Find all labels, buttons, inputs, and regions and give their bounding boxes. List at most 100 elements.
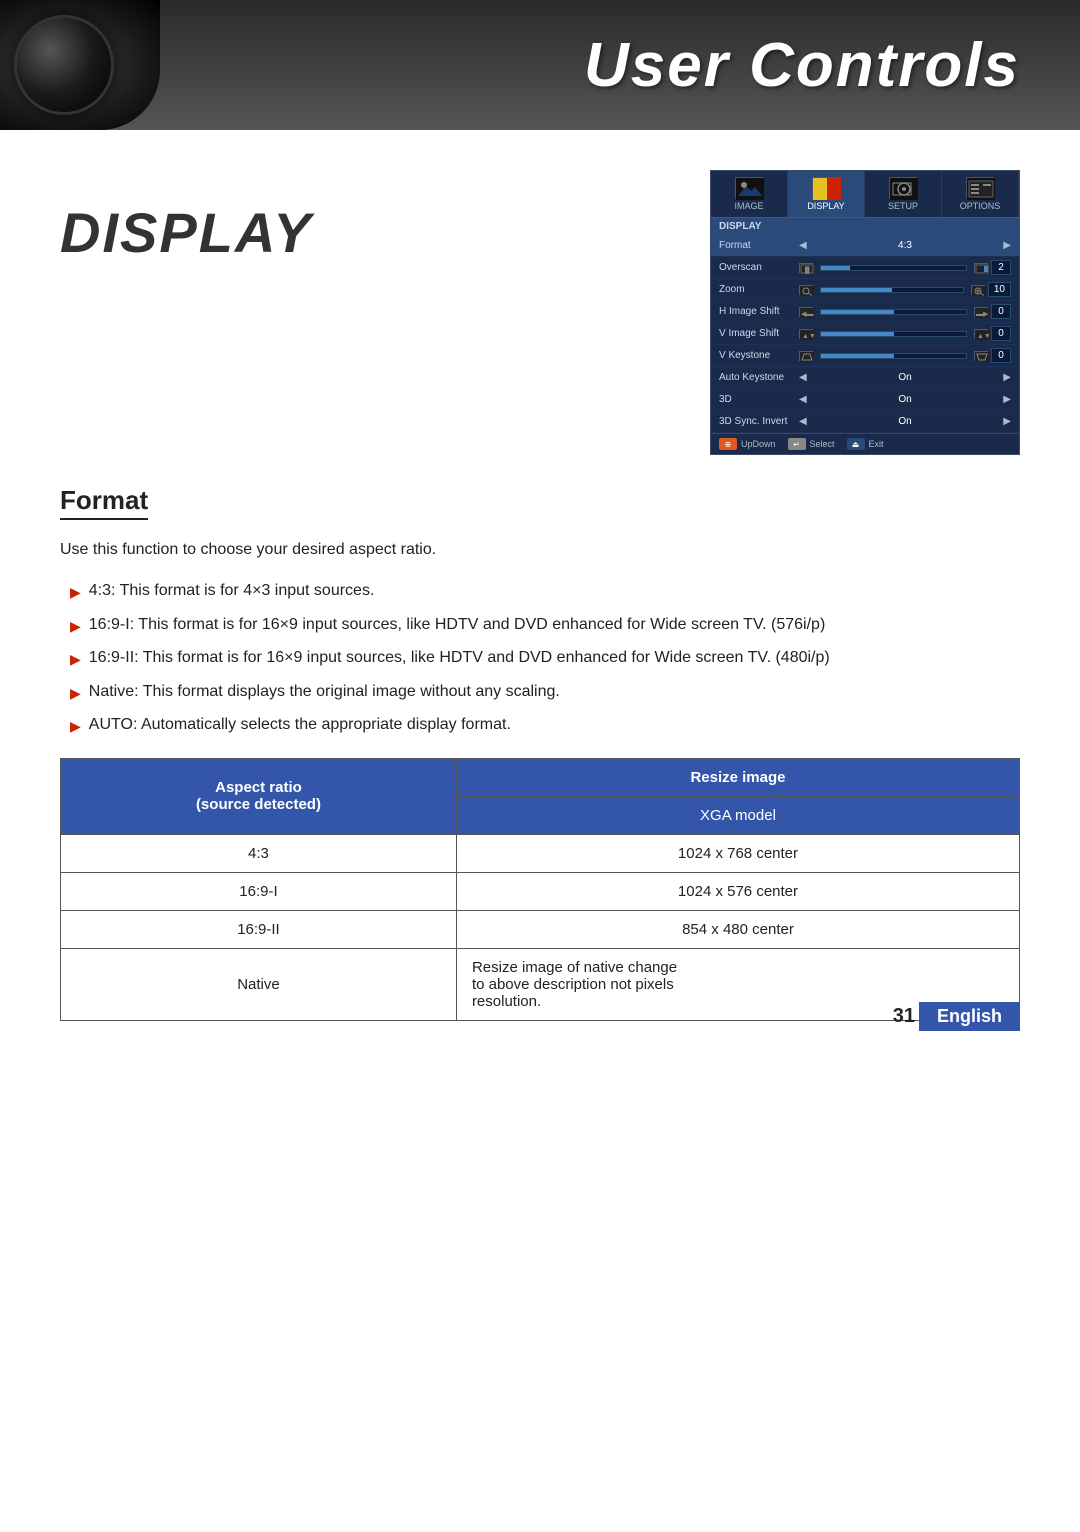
exit-label: Exit xyxy=(869,439,884,449)
intro-text: Use this function to choose your desired… xyxy=(60,538,1020,562)
setup-tab-label: SETUP xyxy=(888,201,918,211)
aspect-169i: 16:9-I xyxy=(61,872,457,910)
3d-controls: ◀ On ▶ xyxy=(799,394,1011,405)
osd-footer-updown: ⊕ UpDown xyxy=(719,438,776,450)
overscan-right-icon xyxy=(974,263,988,273)
osd-row-overscan[interactable]: Overscan ▐▌ 2 xyxy=(711,257,1019,279)
osd-row-zoom[interactable]: Zoom 10 xyxy=(711,279,1019,301)
bullet-item-1: ▶ 4:3: This format is for 4×3 input sour… xyxy=(70,578,1020,604)
display-section-label: DISPLAY xyxy=(60,200,313,265)
bullet-arrow-2: ▶ xyxy=(70,615,81,637)
zoom-controls: 10 xyxy=(799,282,1011,297)
format-right-arrow: ▶ xyxy=(1003,240,1011,251)
zoom-slider[interactable] xyxy=(820,287,964,293)
osd-tab-options[interactable]: OPTIONS xyxy=(942,171,1019,217)
osd-row-3d[interactable]: 3D ◀ On ▶ xyxy=(711,389,1019,411)
osd-row-3d-sync[interactable]: 3D Sync. Invert ◀ On ▶ xyxy=(711,411,1019,433)
top-section: DISPLAY IMAGE xyxy=(60,170,1020,455)
bullet-arrow-1: ▶ xyxy=(70,581,81,603)
osd-row-format[interactable]: Format ◀ 4:3 ▶ xyxy=(711,235,1019,257)
bullet-arrow-4: ▶ xyxy=(70,682,81,704)
format-left-arrow: ◀ xyxy=(799,240,807,251)
osd-label-v-keystone: V Keystone xyxy=(719,350,799,361)
page-header: User Controls xyxy=(0,0,1080,130)
format-section: Format Use this function to choose your … xyxy=(60,485,1020,1021)
v-shift-left-icon: ▲▼ xyxy=(799,329,813,339)
h-shift-left-icon: ◀▬ xyxy=(799,307,813,317)
v-keystone-slider[interactable] xyxy=(820,353,967,359)
bullet-item-4: ▶ Native: This format displays the origi… xyxy=(70,679,1020,705)
osd-label-3d: 3D xyxy=(719,394,799,405)
overscan-controls: ▐▌ 2 xyxy=(799,260,1011,275)
table-row-native: Native Resize image of native changeto a… xyxy=(61,948,1020,1020)
aspect-table: Aspect ratio(source detected) Resize ima… xyxy=(60,758,1020,1021)
updown-label: UpDown xyxy=(741,439,776,449)
3d-left-arrow: ◀ xyxy=(799,394,807,405)
options-tab-icon xyxy=(966,177,994,199)
auto-keystone-value: On xyxy=(810,372,1001,383)
osd-footer: ⊕ UpDown ↵ Select ⏏ Exit xyxy=(711,433,1019,454)
bullet-text-1: 4:3: This format is for 4×3 input source… xyxy=(89,578,375,604)
osd-label-zoom: Zoom xyxy=(719,284,799,295)
options-tab-label: OPTIONS xyxy=(960,201,1001,211)
v-keystone-right-icon xyxy=(974,351,988,361)
osd-tab-image[interactable]: IMAGE xyxy=(711,171,788,217)
page-language: English xyxy=(919,1002,1020,1031)
display-tab-icon xyxy=(812,177,840,199)
osd-label-format: Format xyxy=(719,240,799,251)
overscan-slider[interactable] xyxy=(820,265,967,271)
lens-decoration xyxy=(0,0,160,130)
bullet-item-5: ▶ AUTO: Automatically selects the approp… xyxy=(70,712,1020,738)
h-shift-slider[interactable] xyxy=(820,309,967,315)
image-tab-icon xyxy=(735,177,763,199)
auto-keystone-left-arrow: ◀ xyxy=(799,372,807,383)
overscan-value: 2 xyxy=(991,260,1011,275)
auto-keystone-controls: ◀ On ▶ xyxy=(799,372,1011,383)
v-shift-controls: ▲▼ ▲▼ 0 xyxy=(799,326,1011,341)
resize-43: 1024 x 768 center xyxy=(456,834,1019,872)
overscan-left-icon: ▐▌ xyxy=(799,263,813,273)
updown-icon: ⊕ xyxy=(719,438,737,450)
3d-value: On xyxy=(810,394,1001,405)
resize-169ii: 854 x 480 center xyxy=(456,910,1019,948)
v-shift-right-icon: ▲▼ xyxy=(974,329,988,339)
osd-tab-bar: IMAGE DISPLAY xyxy=(711,171,1019,218)
table-header-resize: Resize image xyxy=(456,758,1019,796)
svg-text:◀▬: ◀▬ xyxy=(801,311,813,318)
3d-right-arrow: ▶ xyxy=(1003,394,1011,405)
bullet-text-2: 16:9-I: This format is for 16×9 input so… xyxy=(89,612,826,638)
osd-row-h-shift[interactable]: H Image Shift ◀▬ ▬▶ 0 xyxy=(711,301,1019,323)
v-shift-slider[interactable] xyxy=(820,331,967,337)
osd-row-auto-keystone[interactable]: Auto Keystone ◀ On ▶ xyxy=(711,367,1019,389)
osd-label-3d-sync: 3D Sync. Invert xyxy=(719,416,799,427)
page-title: User Controls xyxy=(584,30,1020,101)
bullet-arrow-5: ▶ xyxy=(70,715,81,737)
h-shift-controls: ◀▬ ▬▶ 0 xyxy=(799,304,1011,319)
setup-tab-icon xyxy=(889,177,917,199)
osd-footer-select: ↵ Select xyxy=(788,438,835,450)
bullet-text-4: Native: This format displays the origina… xyxy=(89,679,560,705)
zoom-left-icon xyxy=(799,285,813,295)
3d-sync-right-arrow: ▶ xyxy=(1003,416,1011,427)
bullet-text-5: AUTO: Automatically selects the appropri… xyxy=(89,712,511,738)
zoom-value: 10 xyxy=(988,282,1011,297)
3d-sync-left-arrow: ◀ xyxy=(799,416,807,427)
osd-tab-setup[interactable]: SETUP xyxy=(865,171,942,217)
image-tab-label: IMAGE xyxy=(734,201,763,211)
osd-row-v-keystone[interactable]: V Keystone 0 xyxy=(711,345,1019,367)
osd-tab-display[interactable]: DISPLAY xyxy=(788,171,865,217)
h-shift-right-icon: ▬▶ xyxy=(974,307,988,317)
osd-label-h-shift: H Image Shift xyxy=(719,306,799,317)
h-shift-value: 0 xyxy=(991,304,1011,319)
main-content: DISPLAY IMAGE xyxy=(0,130,1080,1061)
table-row-169ii: 16:9-II 854 x 480 center xyxy=(61,910,1020,948)
osd-label-auto-keystone: Auto Keystone xyxy=(719,372,799,383)
bullet-list: ▶ 4:3: This format is for 4×3 input sour… xyxy=(60,578,1020,738)
section-heading: Format xyxy=(60,485,148,520)
display-label-wrap: DISPLAY xyxy=(60,170,340,455)
format-value: 4:3 xyxy=(810,240,1001,251)
v-keystone-left-icon xyxy=(799,351,813,361)
svg-text:▬▶: ▬▶ xyxy=(976,311,989,318)
osd-row-v-shift[interactable]: V Image Shift ▲▼ ▲▼ 0 xyxy=(711,323,1019,345)
svg-text:▐▌: ▐▌ xyxy=(803,266,812,274)
